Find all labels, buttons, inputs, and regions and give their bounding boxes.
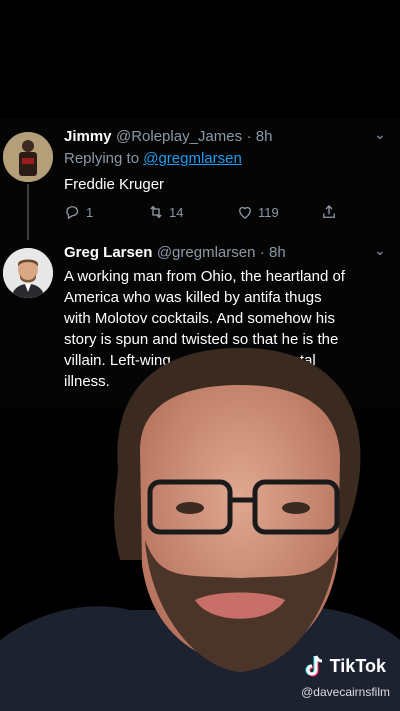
tweet1-chevron-down-icon[interactable]: ⌄ — [374, 126, 386, 143]
tweet2-header: Greg Larsen @gregmlarsen · 8h — [64, 244, 286, 262]
like-button[interactable]: 119 — [236, 203, 279, 221]
like-count: 119 — [258, 204, 279, 220]
reply-count: 1 — [86, 204, 94, 220]
tweet1-author-handle[interactable]: @Roleplay_James — [116, 128, 242, 145]
tweet1-timestamp[interactable]: · 8h — [247, 128, 273, 145]
video-top-background — [0, 0, 400, 120]
heart-icon — [239, 206, 251, 219]
retweet-button[interactable]: 14 — [147, 203, 183, 221]
reply-button[interactable]: 1 — [64, 203, 93, 221]
reply-icon — [66, 206, 79, 220]
avatar-greg-larsen[interactable] — [3, 248, 53, 298]
tweet2-text-line: America who was killed by antifa thugs — [64, 289, 322, 306]
avatar-jimmy[interactable] — [3, 132, 53, 182]
tweet2-timestamp[interactable]: · 8h — [260, 244, 286, 261]
tweet2-text-line: with Molotov cocktails. And somehow his — [64, 310, 335, 327]
retweet-count: 14 — [169, 204, 184, 220]
share-icon — [323, 205, 335, 218]
tiktok-brand-text: TikTok — [329, 655, 386, 676]
tweet2-chevron-down-icon[interactable]: ⌄ — [374, 242, 386, 259]
tweet2-text-line: A working man from Ohio, the heartland o… — [64, 268, 345, 285]
tiktok-watermark: TikTok — [304, 654, 386, 678]
tweet1-author-name[interactable]: Jimmy — [64, 128, 112, 145]
tweet1-replying-to: Replying to @gregmlarsen — [64, 150, 242, 167]
tweet1-header: Jimmy @Roleplay_James · 8h — [64, 128, 272, 146]
tiktok-logo-icon — [305, 655, 322, 677]
thread-connector-line — [27, 184, 29, 240]
creator-handle: @davecairnsfilm — [301, 685, 390, 699]
replying-to-prefix: Replying to — [64, 150, 144, 167]
share-button[interactable] — [320, 203, 338, 221]
tweet1-text: Freddie Kruger — [64, 176, 165, 193]
tweet2-author-name[interactable]: Greg Larsen — [64, 244, 152, 261]
tweet2-author-handle[interactable]: @gregmlarsen — [157, 244, 256, 261]
tweet1-actions: 1 14 119 — [64, 203, 354, 223]
replying-to-handle-link[interactable]: @gregmlarsen — [143, 150, 242, 167]
retweet-icon — [150, 205, 162, 219]
